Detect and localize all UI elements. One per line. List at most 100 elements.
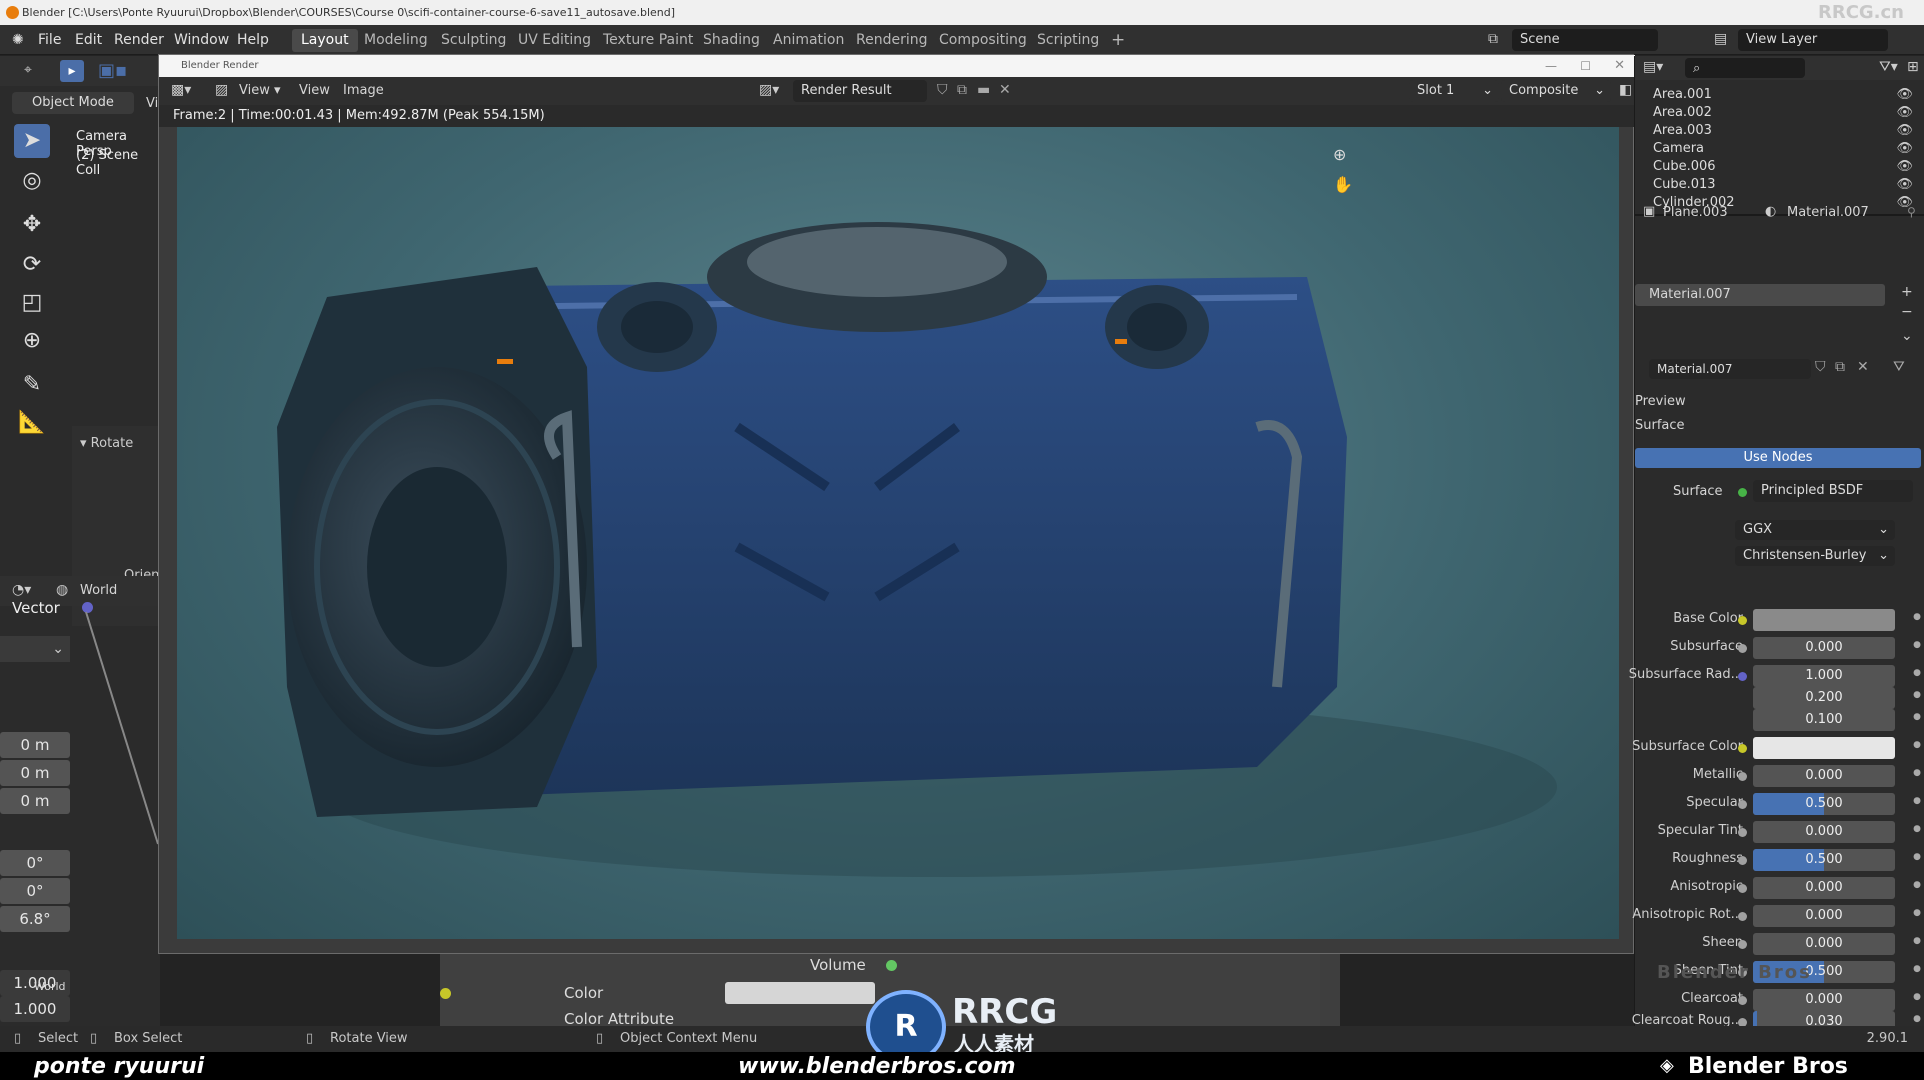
open-image-icon[interactable]: ▬ bbox=[977, 82, 990, 98]
location-x-field[interactable]: 0 m bbox=[0, 732, 70, 758]
maximize-icon[interactable]: ☐ bbox=[1580, 55, 1591, 77]
object-mode-dropdown[interactable]: Object Mode bbox=[12, 92, 134, 114]
world-dropdown[interactable]: World bbox=[80, 583, 117, 598]
keyframe-dot-icon[interactable]: ● bbox=[1913, 640, 1921, 650]
image-name-field[interactable]: Render Result bbox=[793, 80, 927, 102]
use-nodes-button[interactable]: Use Nodes bbox=[1635, 448, 1921, 468]
keyframe-dot-icon[interactable]: ● bbox=[1913, 612, 1921, 622]
tab-sculpting[interactable]: Sculpting bbox=[432, 29, 515, 52]
keyframe-dot-icon[interactable]: ● bbox=[1913, 964, 1921, 974]
shader-type-icon[interactable]: ◔▾ bbox=[12, 582, 31, 598]
property-value-field[interactable]: 0.100 bbox=[1753, 709, 1895, 731]
property-value-field[interactable]: 0.000 bbox=[1753, 637, 1895, 659]
input-socket-dot[interactable] bbox=[1738, 800, 1747, 809]
keyframe-dot-icon[interactable]: ● bbox=[1913, 690, 1921, 700]
input-socket-dot[interactable] bbox=[1738, 940, 1747, 949]
pan-hand-icon[interactable]: ✋ bbox=[1333, 175, 1353, 194]
cursor-tool-icon[interactable]: ◎ bbox=[14, 164, 50, 198]
preview-panel[interactable]: Preview bbox=[1635, 394, 1686, 409]
slot-dropdown[interactable]: Slot 1 ⌄ bbox=[1409, 80, 1499, 102]
property-value-field[interactable]: 0.000 bbox=[1753, 989, 1895, 1011]
color-socket[interactable] bbox=[440, 988, 451, 999]
vector-dropdown[interactable]: ⌄ bbox=[0, 636, 70, 662]
volume-socket[interactable] bbox=[886, 960, 897, 971]
keyframe-dot-icon[interactable]: ● bbox=[1913, 768, 1921, 778]
display-channels-icon[interactable]: ◧ bbox=[1619, 82, 1632, 98]
image-editor-type-icon[interactable]: ▩▾ bbox=[171, 82, 191, 98]
tab-scripting[interactable]: Scripting bbox=[1028, 29, 1108, 52]
rotation-x-field[interactable]: 0° bbox=[0, 850, 70, 876]
input-socket-dot[interactable] bbox=[1738, 856, 1747, 865]
move-tool-icon[interactable]: ✥ bbox=[14, 208, 50, 242]
rotate-panel-title[interactable]: ▾ Rotate bbox=[80, 436, 133, 451]
input-socket-dot[interactable] bbox=[1738, 996, 1747, 1005]
keyframe-dot-icon[interactable]: ● bbox=[1913, 1014, 1921, 1024]
rotation-y-field[interactable]: 0° bbox=[0, 878, 70, 904]
property-value-field[interactable] bbox=[1753, 737, 1895, 759]
view-mode-icon[interactable]: ▨ bbox=[215, 82, 228, 98]
select-mode-icon[interactable]: ▸ bbox=[60, 60, 84, 82]
keyframe-dot-icon[interactable]: ● bbox=[1913, 796, 1921, 806]
slot-specials-icon[interactable]: ⌄ bbox=[1901, 328, 1913, 344]
annotate-tool-icon[interactable]: ✎ bbox=[14, 368, 50, 402]
unlink-image-icon[interactable]: ✕ bbox=[999, 82, 1011, 98]
node-tree-icon[interactable]: ⛛ bbox=[1893, 359, 1905, 375]
surface-shader-field[interactable]: Principled BSDF bbox=[1753, 480, 1913, 502]
render-window[interactable]: Blender Render — ☐ ✕ ▩▾ ▨ View ▾ View Im… bbox=[158, 54, 1635, 954]
input-socket-dot[interactable] bbox=[1738, 884, 1747, 893]
input-socket-dot[interactable] bbox=[1738, 744, 1747, 753]
viewport-3d[interactable]: ⌖ ▸ ▣▪ Object Mode Vi ➤ ◎ ✥ ⟳ ◰ ⊕ ✎ 📐 Ca… bbox=[0, 56, 165, 1026]
view-layer-icon[interactable]: ▤ bbox=[1714, 31, 1727, 47]
property-value-field[interactable]: 0.500 bbox=[1753, 849, 1895, 871]
new-collection-icon[interactable]: ⊞ bbox=[1907, 59, 1919, 75]
tab-animation[interactable]: Animation bbox=[764, 29, 853, 52]
select-tool-icon[interactable]: ➤ bbox=[14, 124, 50, 158]
outliner-search-input[interactable]: ⌕ bbox=[1685, 58, 1805, 78]
fake-user-shield-icon[interactable]: ⛉ bbox=[1815, 359, 1826, 375]
input-socket-dot[interactable] bbox=[1738, 912, 1747, 921]
keyframe-dot-icon[interactable]: ● bbox=[1913, 852, 1921, 862]
property-value-field[interactable]: 1.000 bbox=[1753, 665, 1895, 687]
location-z-field[interactable]: 0 m bbox=[0, 788, 70, 814]
pass-dropdown[interactable]: Composite ⌄ bbox=[1501, 80, 1611, 102]
input-socket-dot[interactable] bbox=[1738, 672, 1747, 681]
tab-uv-editing[interactable]: UV Editing bbox=[509, 29, 600, 52]
add-workspace-icon[interactable]: + bbox=[1102, 29, 1134, 52]
input-socket-dot[interactable] bbox=[1738, 828, 1747, 837]
new-image-icon[interactable]: ⧉ bbox=[957, 82, 967, 98]
property-value-field[interactable] bbox=[1753, 609, 1895, 631]
editor-type-icon[interactable]: ⌖ bbox=[24, 62, 52, 82]
transform-tool-icon[interactable]: ⊕ bbox=[14, 324, 50, 358]
unlink-material-icon[interactable]: ✕ bbox=[1857, 359, 1869, 375]
image-browse-icon[interactable]: ▨▾ bbox=[759, 82, 779, 98]
scene-icon[interactable]: ⧉ bbox=[1488, 31, 1498, 47]
distribution-dropdown[interactable]: GGX ⌄ bbox=[1735, 520, 1895, 540]
subsurface-method-dropdown[interactable]: Christensen-Burley ⌄ bbox=[1735, 546, 1895, 566]
tab-modeling[interactable]: Modeling bbox=[355, 29, 437, 52]
measure-tool-icon[interactable]: 📐 bbox=[14, 406, 50, 440]
rotate-tool-icon[interactable]: ⟳ bbox=[14, 248, 50, 282]
viewport-view-menu[interactable]: Vi bbox=[146, 96, 158, 111]
view-layer-field[interactable]: View Layer bbox=[1738, 29, 1888, 51]
pin-icon[interactable]: ⚲ bbox=[1907, 205, 1916, 219]
outliner-type-icon[interactable]: ▤▾ bbox=[1643, 59, 1663, 75]
keyframe-dot-icon[interactable]: ● bbox=[1913, 740, 1921, 750]
property-value-field[interactable]: 0.000 bbox=[1753, 877, 1895, 899]
select-box-icon[interactable]: ▣▪ bbox=[98, 60, 138, 82]
view-mode-dropdown[interactable]: View ▾ bbox=[239, 83, 281, 98]
keyframe-dot-icon[interactable]: ● bbox=[1913, 668, 1921, 678]
tab-texture-paint[interactable]: Texture Paint bbox=[594, 29, 702, 52]
keyframe-dot-icon[interactable]: ● bbox=[1913, 992, 1921, 1002]
property-value-field[interactable]: 0.000 bbox=[1753, 765, 1895, 787]
scale-tool-icon[interactable]: ◰ bbox=[14, 286, 50, 320]
menu-edit[interactable]: Edit bbox=[75, 32, 102, 48]
menu-image[interactable]: Image bbox=[343, 83, 384, 98]
menu-window[interactable]: Window bbox=[174, 32, 229, 48]
close-window-icon[interactable]: ✕ bbox=[1614, 55, 1625, 77]
menu-file[interactable]: File bbox=[38, 32, 61, 48]
property-value-field[interactable]: 0.000 bbox=[1753, 821, 1895, 843]
tab-rendering[interactable]: Rendering bbox=[847, 29, 937, 52]
material-slot-item[interactable]: Material.007 bbox=[1635, 284, 1885, 306]
duplicate-material-icon[interactable]: ⧉ bbox=[1835, 359, 1845, 375]
menu-help[interactable]: Help bbox=[237, 32, 269, 48]
